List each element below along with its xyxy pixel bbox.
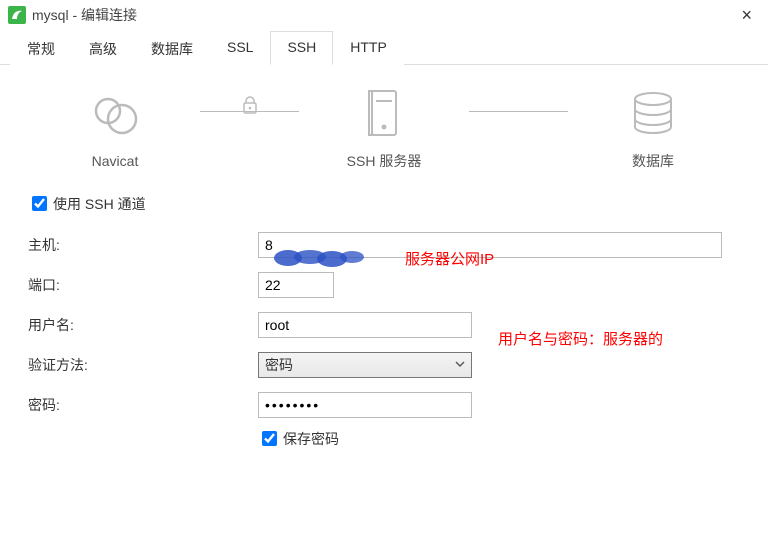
tab-label: SSH [287, 39, 316, 55]
tab-advanced[interactable]: 高级 [72, 31, 134, 65]
tab-bar: 常规 高级 数据库 SSL SSH HTTP [0, 30, 768, 65]
diagram-label-database: 数据库 [632, 151, 674, 171]
server-icon [360, 87, 408, 141]
annotation-public-ip: 服务器公网IP [405, 248, 494, 269]
tab-label: 常规 [27, 41, 55, 57]
close-button[interactable]: × [733, 6, 760, 24]
use-ssh-checkbox[interactable] [32, 196, 47, 211]
port-label: 端口: [28, 275, 258, 295]
diagram-label-ssh: SSH 服务器 [347, 151, 422, 171]
diagram-node-navicat: Navicat [30, 89, 200, 169]
host-label: 主机: [28, 235, 258, 255]
connection-diagram: Navicat SSH 服务器 [0, 65, 768, 179]
app-icon [8, 6, 26, 24]
port-input[interactable] [258, 272, 334, 298]
password-input[interactable] [258, 392, 472, 418]
user-label: 用户名: [28, 315, 258, 335]
auth-method-value: 密码 [265, 355, 293, 375]
use-ssh-label: 使用 SSH 通道 [53, 194, 146, 214]
diagram-connector-right [469, 111, 568, 112]
tab-general[interactable]: 常规 [10, 31, 72, 65]
chevron-down-icon [455, 361, 465, 368]
database-icon [626, 87, 680, 141]
tab-database[interactable]: 数据库 [134, 31, 210, 65]
diagram-connector-left [200, 111, 299, 112]
tab-label: 高级 [89, 41, 117, 57]
tab-label: HTTP [350, 39, 387, 55]
diagram-node-database: 数据库 [568, 87, 738, 171]
navicat-icon [88, 89, 142, 143]
tab-label: 数据库 [151, 41, 193, 57]
window-title: mysql - 编辑连接 [32, 5, 137, 25]
save-password-checkbox[interactable] [262, 431, 277, 446]
diagram-label-navicat: Navicat [92, 153, 139, 169]
lock-icon [241, 95, 259, 115]
auth-label: 验证方法: [28, 355, 258, 375]
annotation-user-pass: 用户名与密码：服务器的 [498, 326, 708, 353]
tab-ssh[interactable]: SSH [270, 31, 333, 65]
tab-label: SSL [227, 39, 253, 55]
diagram-node-ssh: SSH 服务器 [299, 87, 469, 171]
tab-http[interactable]: HTTP [333, 31, 404, 65]
auth-method-select[interactable]: 密码 [258, 352, 472, 378]
title-bar: mysql - 编辑连接 × [0, 0, 768, 30]
ssh-form: 使用 SSH 通道 主机: 端口: 用户名: 验证方法: 密码 密码: [0, 179, 768, 449]
username-input[interactable] [258, 312, 472, 338]
save-password-label: 保存密码 [283, 429, 339, 449]
tab-ssl[interactable]: SSL [210, 31, 270, 65]
password-label: 密码: [28, 395, 258, 415]
